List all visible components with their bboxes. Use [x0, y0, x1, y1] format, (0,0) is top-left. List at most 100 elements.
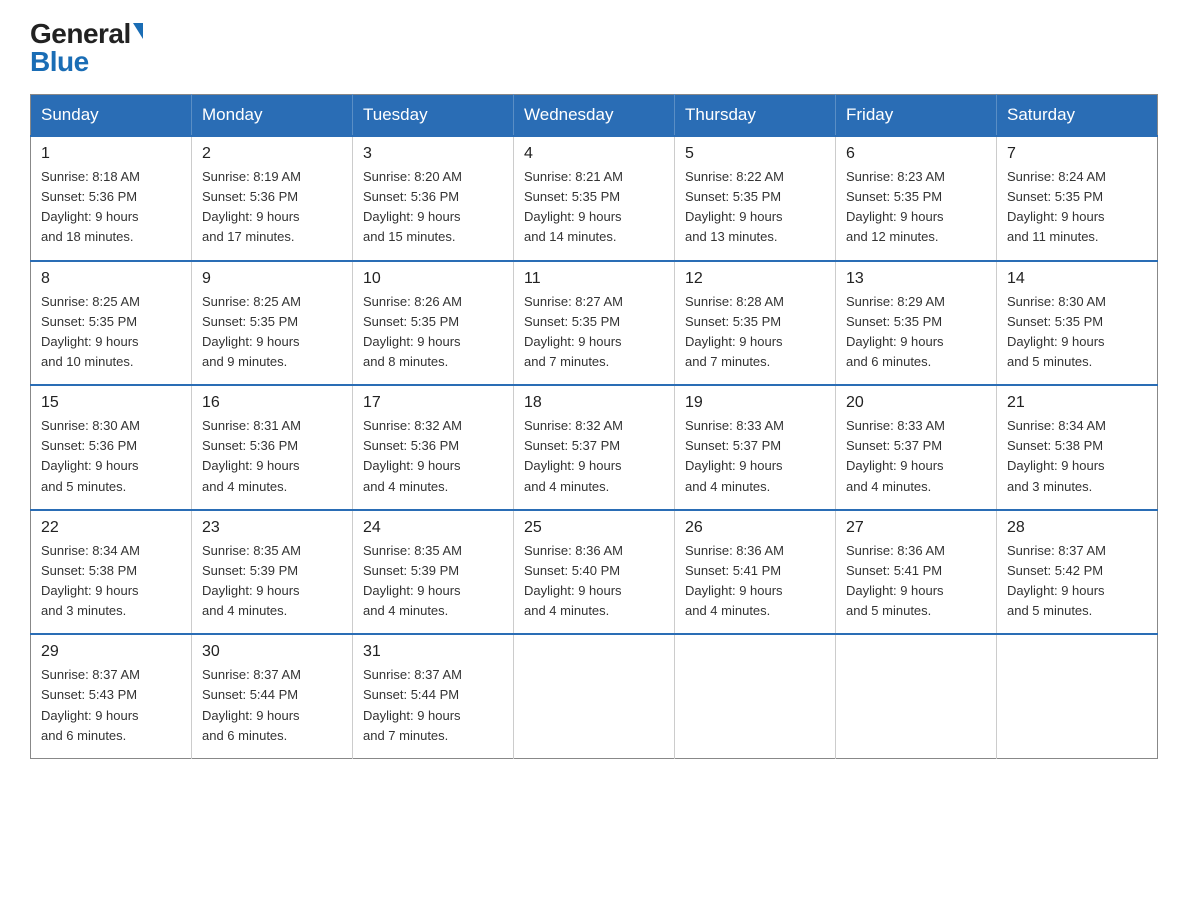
calendar-body: 1 Sunrise: 8:18 AM Sunset: 5:36 PM Dayli…	[31, 136, 1158, 758]
calendar-cell: 9 Sunrise: 8:25 AM Sunset: 5:35 PM Dayli…	[192, 261, 353, 386]
day-info: Sunrise: 8:21 AM Sunset: 5:35 PM Dayligh…	[524, 167, 664, 248]
day-info: Sunrise: 8:29 AM Sunset: 5:35 PM Dayligh…	[846, 292, 986, 373]
day-info: Sunrise: 8:24 AM Sunset: 5:35 PM Dayligh…	[1007, 167, 1147, 248]
calendar-cell: 15 Sunrise: 8:30 AM Sunset: 5:36 PM Dayl…	[31, 385, 192, 510]
logo-general-text: General	[30, 20, 131, 48]
day-number: 10	[363, 270, 503, 288]
day-number: 18	[524, 394, 664, 412]
calendar-cell: 13 Sunrise: 8:29 AM Sunset: 5:35 PM Dayl…	[836, 261, 997, 386]
day-number: 23	[202, 519, 342, 537]
calendar-cell: 22 Sunrise: 8:34 AM Sunset: 5:38 PM Dayl…	[31, 510, 192, 635]
day-info: Sunrise: 8:30 AM Sunset: 5:36 PM Dayligh…	[41, 416, 181, 497]
calendar-cell: 18 Sunrise: 8:32 AM Sunset: 5:37 PM Dayl…	[514, 385, 675, 510]
calendar-cell: 4 Sunrise: 8:21 AM Sunset: 5:35 PM Dayli…	[514, 136, 675, 261]
calendar-cell: 29 Sunrise: 8:37 AM Sunset: 5:43 PM Dayl…	[31, 634, 192, 758]
calendar-week-row: 29 Sunrise: 8:37 AM Sunset: 5:43 PM Dayl…	[31, 634, 1158, 758]
day-number: 19	[685, 394, 825, 412]
day-of-week-header: Sunday	[31, 95, 192, 137]
calendar-cell	[997, 634, 1158, 758]
day-number: 15	[41, 394, 181, 412]
day-of-week-header: Tuesday	[353, 95, 514, 137]
day-info: Sunrise: 8:22 AM Sunset: 5:35 PM Dayligh…	[685, 167, 825, 248]
day-number: 4	[524, 145, 664, 163]
day-info: Sunrise: 8:35 AM Sunset: 5:39 PM Dayligh…	[202, 541, 342, 622]
calendar-cell: 27 Sunrise: 8:36 AM Sunset: 5:41 PM Dayl…	[836, 510, 997, 635]
day-info: Sunrise: 8:19 AM Sunset: 5:36 PM Dayligh…	[202, 167, 342, 248]
day-number: 17	[363, 394, 503, 412]
day-number: 26	[685, 519, 825, 537]
day-number: 21	[1007, 394, 1147, 412]
calendar-cell: 25 Sunrise: 8:36 AM Sunset: 5:40 PM Dayl…	[514, 510, 675, 635]
calendar-cell	[514, 634, 675, 758]
day-info: Sunrise: 8:34 AM Sunset: 5:38 PM Dayligh…	[41, 541, 181, 622]
day-of-week-header: Thursday	[675, 95, 836, 137]
day-info: Sunrise: 8:34 AM Sunset: 5:38 PM Dayligh…	[1007, 416, 1147, 497]
day-info: Sunrise: 8:28 AM Sunset: 5:35 PM Dayligh…	[685, 292, 825, 373]
calendar-week-row: 8 Sunrise: 8:25 AM Sunset: 5:35 PM Dayli…	[31, 261, 1158, 386]
day-of-week-header: Friday	[836, 95, 997, 137]
day-info: Sunrise: 8:25 AM Sunset: 5:35 PM Dayligh…	[41, 292, 181, 373]
days-of-week-row: SundayMondayTuesdayWednesdayThursdayFrid…	[31, 95, 1158, 137]
day-number: 14	[1007, 270, 1147, 288]
calendar-cell: 23 Sunrise: 8:35 AM Sunset: 5:39 PM Dayl…	[192, 510, 353, 635]
calendar-week-row: 15 Sunrise: 8:30 AM Sunset: 5:36 PM Dayl…	[31, 385, 1158, 510]
day-number: 24	[363, 519, 503, 537]
calendar-header: SundayMondayTuesdayWednesdayThursdayFrid…	[31, 95, 1158, 137]
calendar-cell: 30 Sunrise: 8:37 AM Sunset: 5:44 PM Dayl…	[192, 634, 353, 758]
calendar-cell: 6 Sunrise: 8:23 AM Sunset: 5:35 PM Dayli…	[836, 136, 997, 261]
day-info: Sunrise: 8:36 AM Sunset: 5:40 PM Dayligh…	[524, 541, 664, 622]
logo-triangle-icon	[133, 23, 143, 39]
calendar-cell: 2 Sunrise: 8:19 AM Sunset: 5:36 PM Dayli…	[192, 136, 353, 261]
day-of-week-header: Saturday	[997, 95, 1158, 137]
day-info: Sunrise: 8:36 AM Sunset: 5:41 PM Dayligh…	[846, 541, 986, 622]
calendar-cell: 1 Sunrise: 8:18 AM Sunset: 5:36 PM Dayli…	[31, 136, 192, 261]
day-number: 20	[846, 394, 986, 412]
calendar-cell: 24 Sunrise: 8:35 AM Sunset: 5:39 PM Dayl…	[353, 510, 514, 635]
calendar-cell: 19 Sunrise: 8:33 AM Sunset: 5:37 PM Dayl…	[675, 385, 836, 510]
page-header: General Blue	[30, 20, 1158, 76]
day-of-week-header: Wednesday	[514, 95, 675, 137]
calendar-cell: 14 Sunrise: 8:30 AM Sunset: 5:35 PM Dayl…	[997, 261, 1158, 386]
day-number: 6	[846, 145, 986, 163]
day-info: Sunrise: 8:26 AM Sunset: 5:35 PM Dayligh…	[363, 292, 503, 373]
calendar-cell: 21 Sunrise: 8:34 AM Sunset: 5:38 PM Dayl…	[997, 385, 1158, 510]
calendar-cell: 28 Sunrise: 8:37 AM Sunset: 5:42 PM Dayl…	[997, 510, 1158, 635]
calendar-table: SundayMondayTuesdayWednesdayThursdayFrid…	[30, 94, 1158, 759]
day-info: Sunrise: 8:33 AM Sunset: 5:37 PM Dayligh…	[685, 416, 825, 497]
day-number: 29	[41, 643, 181, 661]
day-info: Sunrise: 8:32 AM Sunset: 5:37 PM Dayligh…	[524, 416, 664, 497]
day-info: Sunrise: 8:25 AM Sunset: 5:35 PM Dayligh…	[202, 292, 342, 373]
day-number: 8	[41, 270, 181, 288]
day-info: Sunrise: 8:33 AM Sunset: 5:37 PM Dayligh…	[846, 416, 986, 497]
day-number: 7	[1007, 145, 1147, 163]
calendar-cell: 5 Sunrise: 8:22 AM Sunset: 5:35 PM Dayli…	[675, 136, 836, 261]
day-number: 16	[202, 394, 342, 412]
day-number: 30	[202, 643, 342, 661]
day-info: Sunrise: 8:37 AM Sunset: 5:44 PM Dayligh…	[363, 665, 503, 746]
day-info: Sunrise: 8:36 AM Sunset: 5:41 PM Dayligh…	[685, 541, 825, 622]
logo-blue-text: Blue	[30, 46, 89, 77]
day-number: 3	[363, 145, 503, 163]
day-info: Sunrise: 8:30 AM Sunset: 5:35 PM Dayligh…	[1007, 292, 1147, 373]
day-number: 5	[685, 145, 825, 163]
day-info: Sunrise: 8:35 AM Sunset: 5:39 PM Dayligh…	[363, 541, 503, 622]
calendar-cell	[836, 634, 997, 758]
calendar-cell: 16 Sunrise: 8:31 AM Sunset: 5:36 PM Dayl…	[192, 385, 353, 510]
day-number: 9	[202, 270, 342, 288]
day-number: 22	[41, 519, 181, 537]
day-info: Sunrise: 8:37 AM Sunset: 5:44 PM Dayligh…	[202, 665, 342, 746]
day-info: Sunrise: 8:32 AM Sunset: 5:36 PM Dayligh…	[363, 416, 503, 497]
day-number: 2	[202, 145, 342, 163]
calendar-cell: 7 Sunrise: 8:24 AM Sunset: 5:35 PM Dayli…	[997, 136, 1158, 261]
calendar-cell: 3 Sunrise: 8:20 AM Sunset: 5:36 PM Dayli…	[353, 136, 514, 261]
day-number: 31	[363, 643, 503, 661]
calendar-cell: 8 Sunrise: 8:25 AM Sunset: 5:35 PM Dayli…	[31, 261, 192, 386]
logo: General Blue	[30, 20, 143, 76]
day-info: Sunrise: 8:37 AM Sunset: 5:42 PM Dayligh…	[1007, 541, 1147, 622]
calendar-cell	[675, 634, 836, 758]
day-number: 25	[524, 519, 664, 537]
day-of-week-header: Monday	[192, 95, 353, 137]
calendar-cell: 31 Sunrise: 8:37 AM Sunset: 5:44 PM Dayl…	[353, 634, 514, 758]
calendar-cell: 17 Sunrise: 8:32 AM Sunset: 5:36 PM Dayl…	[353, 385, 514, 510]
calendar-cell: 10 Sunrise: 8:26 AM Sunset: 5:35 PM Dayl…	[353, 261, 514, 386]
